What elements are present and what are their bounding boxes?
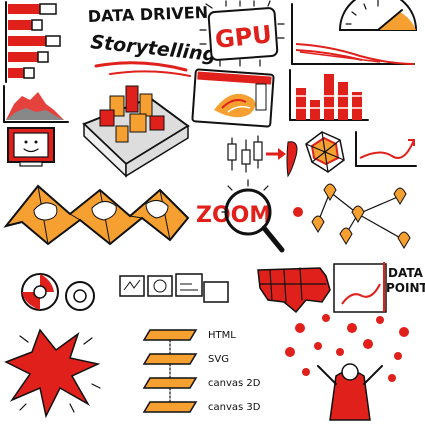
small-line-chart-icon: [355, 131, 417, 167]
candlestick-icon: [227, 135, 298, 178]
computer-icon: [7, 127, 55, 167]
person-falling-points-icon: [285, 314, 409, 421]
gpu-label: GPU: [214, 20, 273, 54]
area-chart-icon: [3, 85, 69, 123]
layer-stack-icon: HTML SVG canvas 2D canvas 3D: [142, 329, 261, 413]
screen-heatmap-icon: [191, 68, 275, 128]
bar-chart-icon: [289, 69, 369, 121]
sketchnote-canvas: DATA DRIVEN Storytelling GPU ZOOM DATA P…: [3, 0, 425, 421]
3d-map-icon: [82, 85, 190, 178]
flower-icon: [21, 273, 95, 311]
gauge-icon: [338, 0, 418, 31]
explosion-icon: [4, 328, 101, 419]
radar-chart-icon: [305, 131, 345, 173]
zoom-label: ZOOM: [196, 203, 271, 228]
title-line-1: DATA DRIVEN: [87, 3, 208, 26]
title-underline-2: [109, 70, 191, 77]
data-points-line2: POINTS: [386, 281, 425, 295]
magnifier-icon: ZOOM: [196, 179, 303, 253]
data-points-line1: DATA: [388, 266, 424, 280]
data-points-icon: DATA POINTS: [333, 262, 425, 313]
us-map-icon: [257, 267, 331, 314]
folded-map-icon: [3, 184, 190, 246]
title-line-2: Storytelling: [89, 31, 217, 66]
gpu-chip-icon: GPU: [199, 0, 285, 67]
layer-canvas3d-label: canvas 3D: [208, 402, 261, 413]
layer-html-label: HTML: [208, 330, 236, 341]
layer-canvas2d-label: canvas 2D: [208, 378, 261, 389]
title-underline: [94, 61, 188, 72]
layer-svg-label: SVG: [208, 354, 229, 365]
window-grid-icon: [119, 273, 229, 303]
network-pins-icon: [311, 183, 411, 249]
horizontal-bar-chart-icon: [5, 1, 61, 83]
